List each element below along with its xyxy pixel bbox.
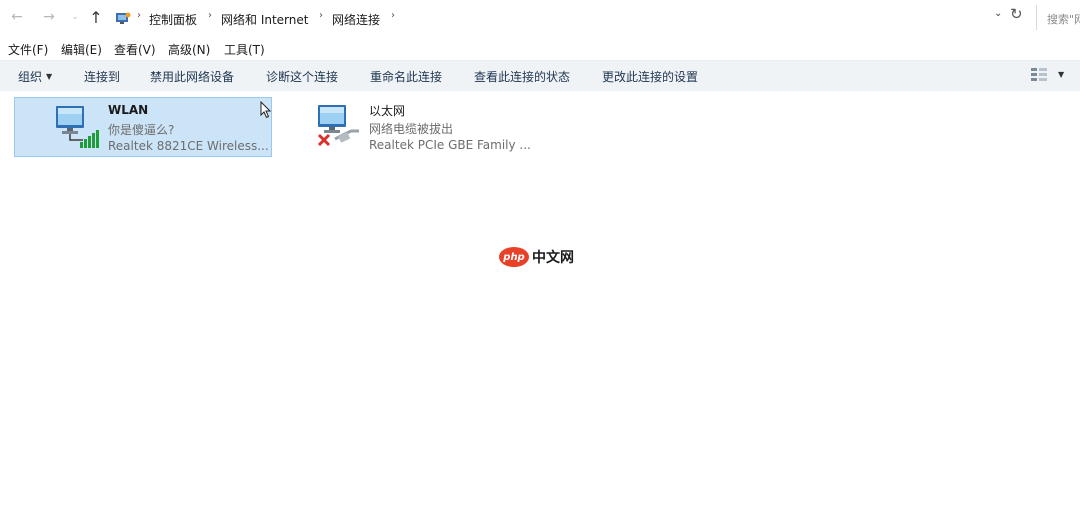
command-bar: 组织 ▼ 连接到 禁用此网络设备 诊断这个连接 重命名此连接 查看此连接的状态 更…	[0, 60, 1080, 92]
menu-advanced[interactable]: 高级(N)	[168, 41, 210, 58]
view-status-button[interactable]: 查看此连接的状态	[474, 68, 570, 85]
mouse-cursor-icon	[260, 101, 272, 119]
forward-arrow-icon[interactable]: →	[40, 8, 58, 26]
control-panel-icon	[116, 12, 131, 24]
connection-status: 你是傻逼么?	[108, 123, 175, 137]
breadcrumb-separator[interactable]: ›	[391, 10, 395, 21]
address-bar-row: ← → ⌄ ↑ › 控制面板 › 网络和 Internet › 网络连接 › ⌄…	[0, 0, 1080, 36]
view-options-dropdown-icon[interactable]: ▼	[1058, 70, 1064, 79]
breadcrumb-network-connections[interactable]: 网络连接	[332, 11, 380, 28]
connection-item-wlan[interactable]: WLAN 你是傻逼么? Realtek 8821CE Wireless...	[14, 97, 272, 157]
connect-to-button[interactable]: 连接到	[84, 68, 120, 85]
connection-name: WLAN	[108, 103, 149, 117]
connection-status: 网络电缆被拔出	[369, 122, 454, 136]
organize-button[interactable]: 组织 ▼	[18, 68, 52, 85]
menu-view[interactable]: 查看(V)	[114, 41, 156, 58]
connection-device: Realtek 8821CE Wireless...	[108, 139, 269, 153]
ethernet-adapter-disconnected-icon	[317, 105, 359, 147]
search-placeholder: 搜索"网	[1047, 13, 1080, 26]
recent-locations-icon[interactable]: ⌄	[66, 8, 84, 26]
breadcrumb-separator: ›	[319, 10, 323, 21]
wireless-network-adapter-icon	[56, 106, 99, 148]
network-connections-window: ← → ⌄ ↑ › 控制面板 › 网络和 Internet › 网络连接 › ⌄…	[0, 0, 1080, 515]
search-input[interactable]: 搜索"网	[1036, 5, 1080, 30]
connections-list: WLAN 你是傻逼么? Realtek 8821CE Wireless... 以…	[0, 91, 1080, 515]
connection-item-ethernet[interactable]: 以太网 网络电缆被拔出 Realtek PCIe GBE Family ...	[312, 97, 568, 155]
breadcrumb-network-internet[interactable]: 网络和 Internet	[221, 11, 308, 28]
breadcrumb-separator: ›	[137, 10, 141, 21]
change-settings-button[interactable]: 更改此连接的设置	[602, 68, 698, 85]
chevron-down-icon[interactable]: ⌄	[994, 8, 1002, 19]
up-arrow-icon[interactable]: ↑	[87, 8, 105, 27]
menu-edit[interactable]: 编辑(E)	[61, 41, 102, 58]
change-view-icon[interactable]	[1030, 67, 1048, 83]
watermark-text: 中文网	[532, 250, 574, 266]
connection-device: Realtek PCIe GBE Family ...	[369, 138, 531, 152]
php-watermark: php 中文网	[499, 247, 574, 267]
address-bar[interactable]: › 控制面板 › 网络和 Internet › 网络连接 ›	[108, 5, 1030, 32]
breadcrumb-control-panel[interactable]: 控制面板	[149, 11, 197, 28]
menu-bar: 文件(F) 编辑(E) 查看(V) 高级(N) 工具(T)	[0, 36, 1080, 60]
php-logo-icon: php	[499, 247, 529, 267]
connection-name: 以太网	[369, 104, 406, 118]
menu-file[interactable]: 文件(F)	[8, 41, 48, 58]
dropdown-arrow-icon: ▼	[46, 72, 53, 81]
refresh-icon[interactable]: ↻	[1010, 5, 1023, 23]
rename-connection-button[interactable]: 重命名此连接	[370, 68, 442, 85]
diagnose-connection-button[interactable]: 诊断这个连接	[266, 68, 338, 85]
breadcrumb-separator: ›	[208, 10, 212, 21]
disable-device-button[interactable]: 禁用此网络设备	[150, 68, 234, 85]
back-arrow-icon[interactable]: ←	[8, 8, 26, 26]
organize-label: 组织	[18, 70, 43, 84]
menu-tools[interactable]: 工具(T)	[224, 41, 265, 58]
